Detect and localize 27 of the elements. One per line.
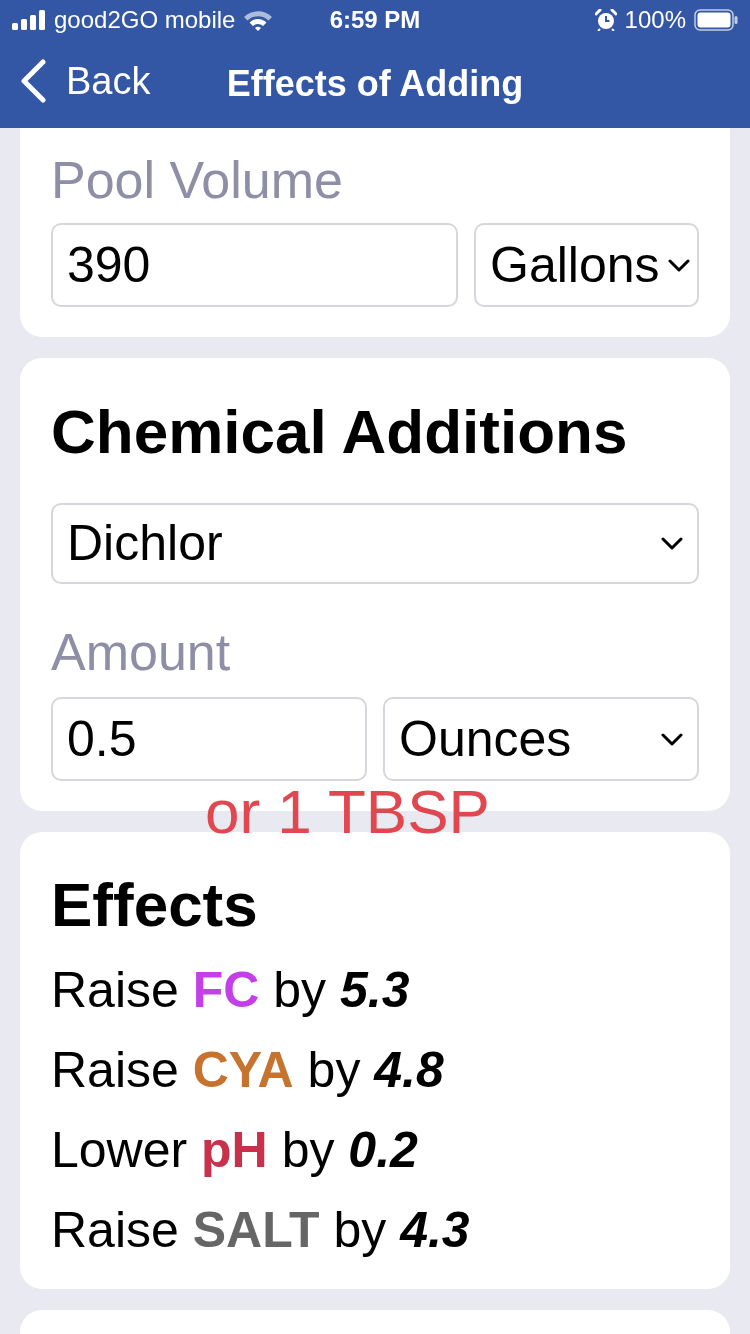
effect-line: Raise SALT by 4.3: [51, 1201, 471, 1260]
chemical-select[interactable]: Dichlor: [51, 503, 699, 584]
battery-icon: [694, 9, 738, 31]
chevron-down-icon: [667, 258, 690, 272]
unit-select[interactable]: Gallons: [474, 223, 699, 307]
chevron-left-icon: [20, 58, 46, 103]
status-time: 6:59 PM: [329, 5, 421, 35]
effect-line: Raise FC by 5.3: [51, 961, 411, 1020]
carrier-name: good2GO mobile: [54, 5, 236, 35]
conversion-note: or 1 TBSP: [205, 782, 490, 842]
amount-input[interactable]: 0.5: [51, 697, 367, 781]
effect-line: Raise CYA by 4.8: [51, 1041, 445, 1100]
battery-percent: 100%: [624, 5, 686, 35]
section-heading: Effects: [51, 870, 259, 940]
screen-title: Effects of Adding: [226, 62, 524, 106]
chevron-down-icon: [661, 732, 683, 746]
section-heading: Chemical Additions: [51, 397, 629, 467]
back-button[interactable]: Back: [20, 58, 151, 103]
wifi-icon: [243, 9, 274, 31]
field-label: Amount: [51, 622, 232, 682]
chevron-down-icon: [661, 537, 683, 550]
unit-select[interactable]: Ounces: [383, 697, 699, 781]
volume-input[interactable]: 390: [51, 223, 458, 307]
effect-line: Lower pH by 0.2: [51, 1121, 419, 1180]
alarm-clock-icon: [594, 9, 617, 31]
field-label: Pool Volume: [51, 150, 344, 210]
signal-icon: [12, 10, 46, 30]
